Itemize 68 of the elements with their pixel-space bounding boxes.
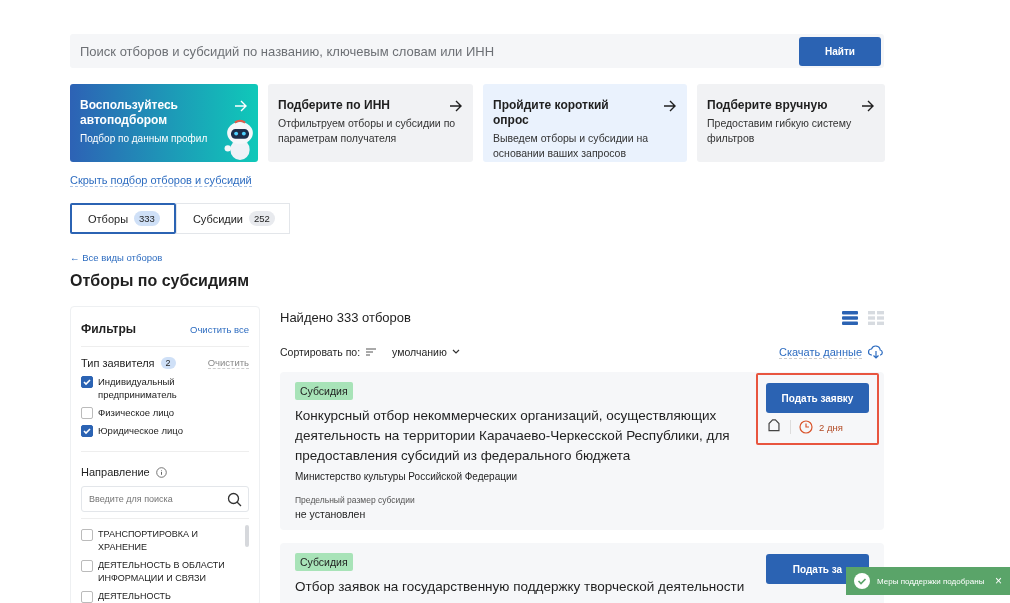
promo-text: Отфильтруем отборы и субсидии по параметрам получателя — [278, 116, 457, 146]
promo-text: Предоставим гибкую систему фильтров — [707, 116, 853, 146]
sort-label: Сортировать по: — [280, 346, 361, 358]
days-left: 2 дня — [819, 421, 843, 433]
promo-text: Выведем отборы и субсидии на основании ваших запросов — [493, 131, 650, 161]
back-link[interactable]: ← Все виды отборов — [70, 252, 884, 263]
checkbox[interactable] — [81, 529, 93, 541]
arrow-right-icon — [449, 100, 463, 112]
card-title[interactable]: Конкурсный отбор некоммерческих организаций, осуществляющих деятельность на территории Карачаево-Черкесской Республики, для предоставления субсидий из федерального бюджета — [295, 406, 755, 466]
count-badge: 252 — [249, 211, 275, 226]
toast-text: Меры поддержки подобраны — [877, 576, 986, 586]
option-label: Физическое лицо — [98, 406, 175, 419]
promo-title: Пройдите короткий опрос — [493, 98, 610, 128]
cloud-download-icon — [868, 345, 884, 359]
clock-icon — [799, 420, 813, 434]
chevron-down-icon — [451, 349, 460, 355]
promo-title: Воспользуйтесь автоподбором — [80, 98, 179, 128]
clear-link[interactable]: Очистить — [207, 357, 249, 369]
list-view-icon[interactable] — [842, 310, 858, 325]
count-badge: 333 — [134, 211, 160, 226]
hide-selection-link[interactable]: Скрыть подбор отборов и субсидий — [70, 174, 252, 187]
tab[interactable]: Субсидии 252 — [175, 203, 290, 234]
option-label: ДЕЯТЕЛЬНОСТЬ — [98, 590, 171, 603]
card-title[interactable]: Отбор заявок на государственную поддержку творческой деятельности — [295, 577, 745, 597]
results-count: Найдено 333 отборов — [280, 310, 411, 325]
scrollbar[interactable] — [245, 525, 249, 547]
promo-title: Подберите по ИНН — [278, 98, 390, 113]
clear-all-link[interactable]: Очистить все — [190, 323, 249, 335]
promo-card[interactable]: Воспользуйтесь автоподбором Подбор по данным профил — [70, 84, 258, 162]
count-badge: 2 — [160, 357, 176, 369]
checkbox[interactable] — [81, 591, 93, 603]
sort-icon — [366, 348, 377, 356]
apply-button[interactable]: Подать заявку — [766, 383, 869, 413]
info-icon — [155, 466, 167, 478]
arrow-right-icon — [663, 100, 677, 112]
promo-card[interactable]: Подберите по ИНН Отфильтруем отборы и субсидии по параметрам получателя — [268, 84, 473, 162]
filter-title: Тип заявителя — [81, 357, 155, 369]
checkbox[interactable] — [81, 425, 93, 437]
category-tag: Субсидия — [295, 382, 353, 400]
option-label: Юридическое лицо — [98, 424, 183, 437]
limit-label: Предельный размер субсидии — [295, 495, 415, 505]
option-label: ДЕЯТЕЛЬНОСТЬ В ОБЛАСТИ ИНФОРМАЦИИ И СВЯЗИ — [98, 559, 226, 585]
checkbox[interactable] — [81, 560, 93, 572]
promo-card[interactable]: Подберите вручную Предоставим гибкую систему фильтров — [697, 84, 885, 162]
search-button[interactable]: Найти — [799, 36, 881, 66]
check-circle-icon — [854, 573, 870, 589]
checkbox[interactable] — [81, 407, 93, 419]
promo-text: Подбор по данным профил — [80, 132, 209, 146]
search-icon — [227, 491, 242, 507]
promo-card[interactable]: Пройдите короткий опрос Выведем отборы и субсидии на основании ваших запросов — [483, 84, 687, 162]
limit-value: не установлен — [295, 508, 366, 520]
arrow-right-icon — [234, 100, 248, 112]
grid-view-icon[interactable] — [868, 310, 884, 325]
filters-title: Фильтры — [81, 322, 137, 336]
filter-title: Направление — [81, 466, 150, 478]
page-title: Отборы по субсидиям — [70, 272, 251, 290]
sort-dropdown[interactable]: умолчанию — [392, 346, 460, 358]
option-label: Индивидуальный предприниматель — [98, 375, 178, 401]
option-label: ТРАНСПОРТИРОВКА И ХРАНЕНИЕ — [98, 528, 199, 554]
arrow-right-icon — [861, 100, 875, 112]
direction-search-field[interactable]: Введите для поиска — [81, 486, 249, 512]
close-button[interactable]: × — [995, 574, 1002, 588]
organization-name: Министерство культуры Российской Федерации — [295, 471, 518, 482]
promo-title: Подберите вручную — [707, 98, 828, 113]
checkbox[interactable] — [81, 376, 93, 388]
category-tag: Субсидия — [295, 553, 353, 571]
download-link[interactable]: Скачать данные — [779, 345, 862, 359]
tab[interactable]: Отборы 333 — [70, 203, 176, 234]
